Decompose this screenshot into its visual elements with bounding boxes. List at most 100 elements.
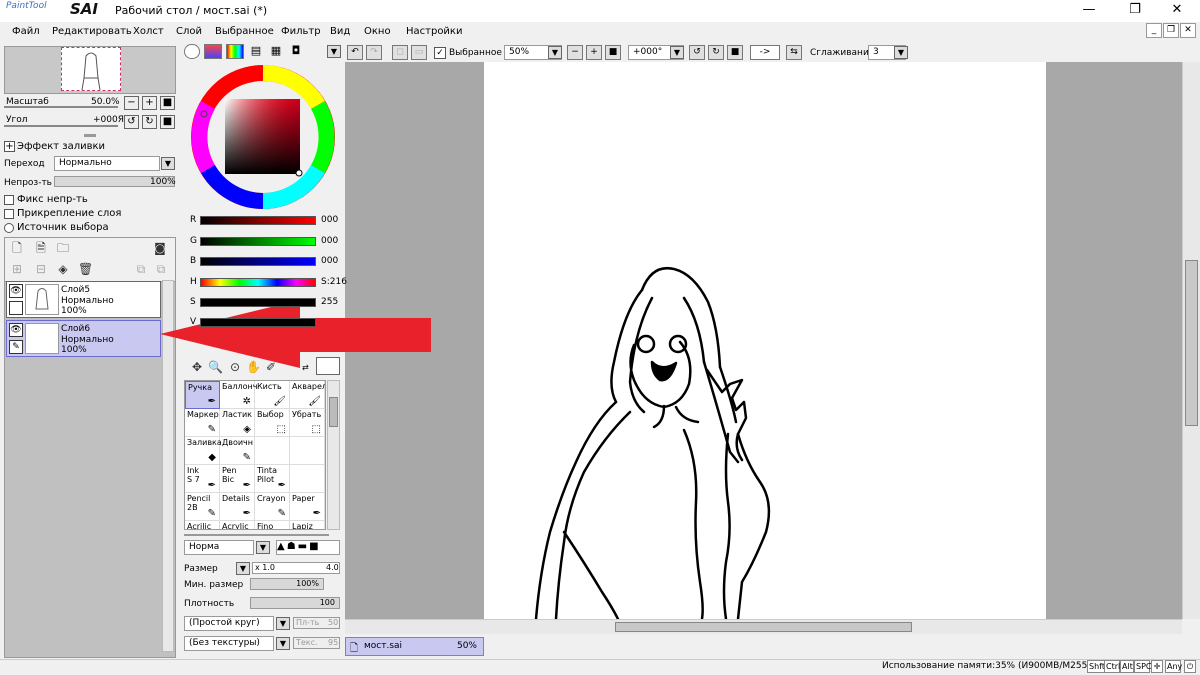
- tool-scrollbar[interactable]: [327, 380, 340, 530]
- eye-icon[interactable]: 👁: [9, 323, 23, 337]
- scratchpad-tab-icon[interactable]: ◘: [288, 44, 304, 59]
- tool-button[interactable]: Двоичн ✎: [220, 437, 255, 465]
- tool-button[interactable]: Fino: [255, 521, 290, 529]
- mdi-minimize-button[interactable]: _: [1146, 23, 1162, 38]
- power-icon[interactable]: ⏻: [1184, 660, 1196, 673]
- tool-button[interactable]: Pencil 2B ✎: [185, 493, 220, 521]
- rotate-reset-button[interactable]: ■: [727, 45, 743, 60]
- tool-button[interactable]: Баллонч ✲: [220, 381, 257, 409]
- mdi-restore-button[interactable]: ❐: [1163, 23, 1179, 38]
- menu-window[interactable]: Окно: [364, 26, 391, 37]
- tool-button[interactable]: Details ✒: [220, 493, 255, 521]
- tool-button[interactable]: Pen Bic ✒: [220, 465, 255, 493]
- pencil-icon[interactable]: ✎: [9, 340, 23, 354]
- chevron-down-icon[interactable]: ▼: [276, 637, 290, 650]
- brush-shape-presets[interactable]: ▲☗▬■: [276, 540, 340, 555]
- document-tab[interactable]: 🗋 мост.sai 50%: [345, 637, 484, 656]
- layer-lock-box[interactable]: [9, 301, 23, 315]
- lock-opacity-checkbox[interactable]: [4, 195, 14, 205]
- tool-button[interactable]: Lapiz: [290, 521, 325, 529]
- tool-button[interactable]: Маркер ✎: [185, 409, 220, 437]
- tool-button[interactable]: Paper ✒: [290, 493, 325, 521]
- menu-edit[interactable]: Редактировать: [52, 26, 132, 37]
- flip-horizontal-button[interactable]: ->: [750, 45, 780, 60]
- menu-view[interactable]: Вид: [330, 26, 350, 37]
- stabilizer-icon[interactable]: ⇆: [786, 45, 802, 60]
- color-slider[interactable]: [200, 216, 316, 225]
- tool-button[interactable]: Tinta Pilot ✒: [255, 465, 290, 493]
- menu-layer[interactable]: Слой: [176, 26, 202, 37]
- layer-row-1[interactable]: 👁 Слой5 Нормально 100%: [6, 281, 161, 318]
- color-slider[interactable]: [200, 257, 316, 266]
- color-slider[interactable]: [200, 278, 316, 287]
- chevron-down-icon[interactable]: ▼: [894, 46, 908, 59]
- tool-button[interactable]: Выбор ⬚: [255, 409, 290, 437]
- restore-button[interactable]: ❐: [1112, 0, 1158, 22]
- chevron-down-icon[interactable]: ▼: [670, 46, 684, 59]
- zoom-out-button[interactable]: −: [124, 96, 139, 110]
- color-slider[interactable]: [200, 237, 316, 246]
- color-slider[interactable]: [200, 298, 316, 307]
- rotate-right-button[interactable]: ↻: [142, 115, 157, 129]
- texture-select[interactable]: (Без текстуры): [184, 636, 274, 651]
- panel-splitter[interactable]: [184, 534, 329, 536]
- folder-icon[interactable]: 🗀: [56, 241, 70, 255]
- angle-slider[interactable]: [4, 125, 118, 127]
- density-slider[interactable]: 100: [250, 597, 340, 609]
- layer-row-2-selected[interactable]: 👁 ✎ Слой6 Нормально 100%: [6, 320, 161, 357]
- eye-icon[interactable]: 👁: [9, 284, 23, 298]
- trash-icon[interactable]: 🗑: [78, 262, 93, 276]
- tool-button[interactable]: [290, 465, 325, 493]
- menu-selection[interactable]: Выбранное: [215, 26, 274, 37]
- tool-button[interactable]: Ластик ◈: [220, 409, 255, 437]
- hsv-tab-icon[interactable]: [226, 44, 244, 59]
- vertical-scrollbar[interactable]: [1182, 62, 1200, 619]
- merge-layer-icon[interactable]: ⊟: [34, 262, 48, 276]
- redo-icon[interactable]: ↷: [366, 45, 382, 60]
- chevron-down-icon[interactable]: ▼: [276, 617, 290, 630]
- rotate-left-button[interactable]: ↺: [124, 115, 139, 129]
- close-button[interactable]: ✕: [1154, 0, 1200, 22]
- tool-button[interactable]: Убрать ⬚: [290, 409, 325, 437]
- tool-button[interactable]: [255, 437, 290, 465]
- chevron-down-icon[interactable]: ▼: [256, 541, 270, 554]
- layer-down-icon[interactable]: ⧉: [154, 262, 168, 276]
- panel-splitter[interactable]: [84, 134, 96, 137]
- tool-button[interactable]: Кисть 🖌: [255, 381, 290, 409]
- tool-button[interactable]: [290, 437, 325, 465]
- new-linework-layer-icon[interactable]: 🗎: [34, 241, 48, 255]
- rotate-reset-button[interactable]: ■: [160, 115, 175, 129]
- tool-button[interactable]: Акварел 🖌: [290, 381, 325, 409]
- menu-filter[interactable]: Фильтр: [281, 26, 321, 37]
- new-layer-icon[interactable]: 🗋: [10, 241, 24, 255]
- palette-tab-icon[interactable]: ▤: [248, 44, 264, 59]
- zoom-reset-button[interactable]: ■: [160, 96, 175, 110]
- tool-button[interactable]: Acrilic: [185, 521, 220, 529]
- tool-button[interactable]: Ink S 7 ✒: [185, 465, 220, 493]
- menu-canvas[interactable]: Холст: [133, 26, 164, 37]
- horizontal-scrollbar[interactable]: [345, 619, 1182, 634]
- invert-selection-icon[interactable]: ▭: [411, 45, 427, 60]
- rgb-tab-icon[interactable]: [204, 44, 222, 59]
- mask-icon[interactable]: ◙: [153, 241, 167, 255]
- mdi-close-button[interactable]: ✕: [1180, 23, 1196, 38]
- tool-button[interactable]: Acrylic: [220, 521, 255, 529]
- navigator-thumbnail[interactable]: [61, 47, 121, 91]
- zoom-reset-button[interactable]: ■: [605, 45, 621, 60]
- zoom-in-button[interactable]: +: [142, 96, 157, 110]
- tool-button[interactable]: Заливка ◆: [185, 437, 222, 465]
- brush-shape-select[interactable]: (Простой круг): [184, 616, 274, 631]
- canvas-paper[interactable]: [484, 62, 1046, 621]
- menu-settings[interactable]: Настройки: [406, 26, 462, 37]
- blend-mode-select[interactable]: Нормально: [54, 156, 160, 171]
- minimize-button[interactable]: —: [1066, 0, 1112, 22]
- color-slider[interactable]: [200, 318, 316, 327]
- chevron-down-icon[interactable]: ▼: [161, 157, 175, 170]
- clear-layer-icon[interactable]: ◈: [56, 262, 70, 276]
- tool-button[interactable]: Ручка ✒: [185, 381, 220, 409]
- color-wheel[interactable]: [190, 64, 336, 210]
- undo-icon[interactable]: ↶: [347, 45, 363, 60]
- clip-layer-checkbox[interactable]: [4, 209, 14, 219]
- plus-icon[interactable]: +: [4, 141, 15, 152]
- rotate-left-button[interactable]: ↺: [689, 45, 705, 60]
